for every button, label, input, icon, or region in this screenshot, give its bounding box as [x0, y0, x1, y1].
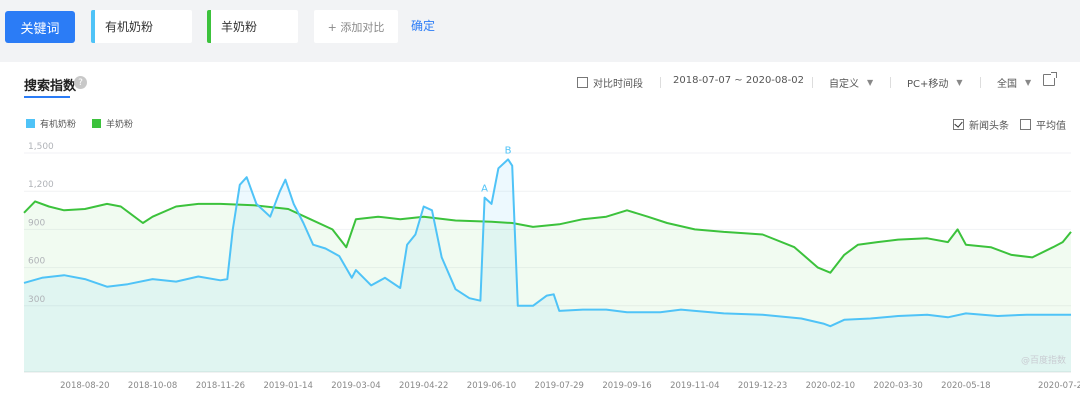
search-index-chart[interactable]: A B 1,500 1,200 900 600 300 2018-08-20 2018-10… — [0, 62, 1080, 410]
y-tick-label: 600 — [28, 257, 45, 267]
keyword-bar: 关键词 有机奶粉 羊奶粉 + 添加对比 确定 — [0, 0, 1080, 60]
y-tick-label: 900 — [28, 218, 45, 228]
news-marker-B[interactable]: B — [505, 145, 512, 156]
watermark: @百度指数 — [1021, 354, 1066, 366]
y-tick-label: 1,200 — [28, 180, 54, 190]
x-tick-label: 2019-06-10 — [467, 381, 516, 391]
y-tick-label: 1,500 — [28, 142, 54, 152]
x-tick-label: 2018-08-20 — [60, 381, 109, 391]
x-tick-label: 2020-03-30 — [873, 381, 922, 391]
keyword-value-2: 羊奶粉 — [221, 20, 258, 34]
keyword-tab-button[interactable]: 关键词 — [5, 11, 75, 43]
add-compare-button[interactable]: + 添加对比 — [314, 10, 398, 43]
y-tick-label: 300 — [28, 295, 45, 305]
search-index-panel: 搜索指数 ? 对比时间段 2018-07-07 ~ 2020-08-02 自定义… — [0, 62, 1080, 410]
x-tick-label: 2018-11-26 — [196, 381, 245, 391]
keyword-input-1[interactable]: 有机奶粉 — [91, 10, 192, 43]
x-tick-label: 2020-02-10 — [806, 381, 855, 391]
x-tick-label: 2019-11-04 — [670, 381, 719, 391]
confirm-button[interactable]: 确定 — [411, 17, 435, 34]
x-tick-label: 2019-07-29 — [535, 381, 584, 391]
x-tick-label: 2020-07-27 — [1038, 381, 1080, 391]
x-tick-label: 2018-10-08 — [128, 381, 177, 391]
keyword-color-bar-2 — [207, 10, 211, 43]
keyword-color-bar-1 — [91, 10, 95, 43]
news-marker-A[interactable]: A — [481, 184, 488, 195]
x-tick-label: 2020-05-18 — [941, 381, 990, 391]
x-tick-label: 2019-04-22 — [399, 381, 448, 391]
x-tick-label: 2019-01-14 — [263, 381, 312, 391]
x-tick-label: 2019-09-16 — [602, 381, 651, 391]
x-tick-label: 2019-12-23 — [738, 381, 787, 391]
keyword-value-1: 有机奶粉 — [105, 20, 154, 34]
keyword-input-2[interactable]: 羊奶粉 — [207, 10, 298, 43]
x-tick-label: 2019-03-04 — [331, 381, 380, 391]
